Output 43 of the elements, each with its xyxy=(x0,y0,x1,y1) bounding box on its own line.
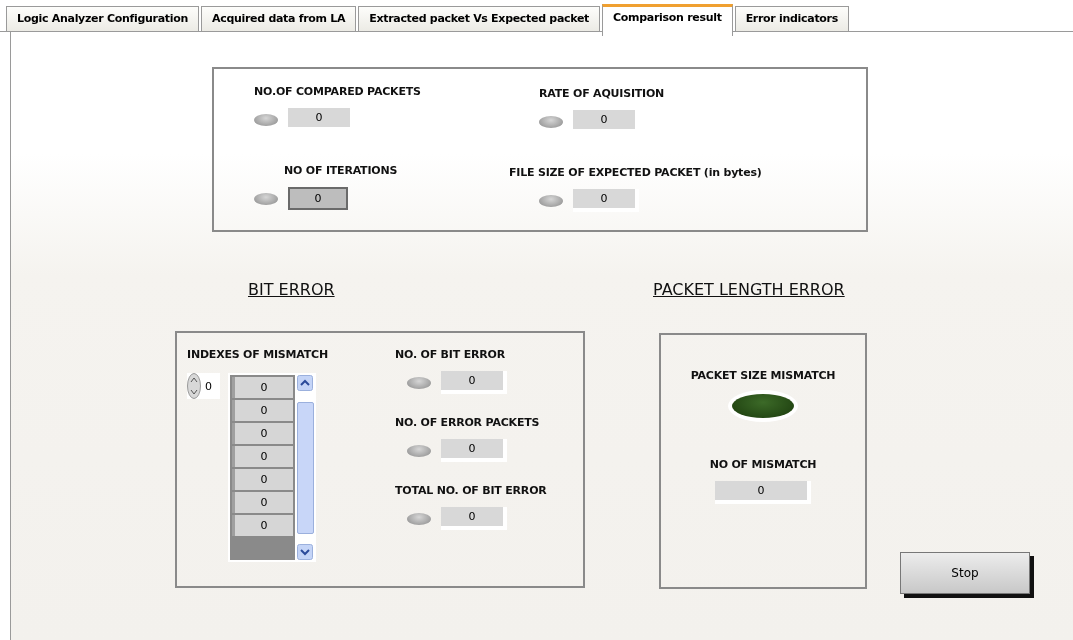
array-label: INDEXES OF MISMATCH xyxy=(187,348,329,361)
tab[interactable]: Logic Analyzer Configuration xyxy=(6,6,199,31)
scrollbar[interactable] xyxy=(297,375,314,560)
array-element: 0 xyxy=(232,469,293,490)
numeric-indicator: 0 xyxy=(288,187,348,210)
numeric-indicator: 0 xyxy=(573,189,639,212)
indicator-label: PACKET SIZE MISMATCH xyxy=(690,369,836,382)
section-heading: BIT ERROR xyxy=(248,280,336,299)
tab[interactable]: Acquired data from LA xyxy=(201,6,357,31)
tab[interactable]: Error indicators xyxy=(734,6,849,31)
scroll-up-icon[interactable] xyxy=(297,375,313,391)
tab[interactable]: Comparison result xyxy=(602,4,733,36)
tab[interactable]: Extracted packet Vs Expected packet xyxy=(358,6,601,31)
led-icon xyxy=(539,194,563,207)
led-icon xyxy=(407,376,431,389)
indicator-label: NO. OF BIT ERROR xyxy=(395,348,506,361)
index-field[interactable]: 0 xyxy=(187,373,220,399)
spinner-icon[interactable] xyxy=(187,373,201,399)
indicator-label: NO. OF ERROR PACKETS xyxy=(395,416,541,429)
section-heading: PACKET LENGTH ERROR xyxy=(653,280,846,299)
led-icon xyxy=(254,113,278,126)
array-element: 0 xyxy=(232,377,293,398)
array-element: 0 xyxy=(232,423,293,444)
led-icon xyxy=(407,512,431,525)
led-icon xyxy=(539,115,563,128)
numeric-indicator: 0 xyxy=(715,481,811,504)
indicator-label: NO.OF COMPARED PACKETS xyxy=(254,85,422,98)
led-icon xyxy=(254,192,278,205)
array-element: 0 xyxy=(232,515,293,536)
numeric-indicator: 0 xyxy=(441,439,507,462)
numeric-indicator: 0 xyxy=(441,371,507,394)
indicator-label: RATE OF AQUISITION xyxy=(539,87,666,100)
indicator-label: FILE SIZE OF EXPECTED PACKET (in bytes) xyxy=(509,166,763,179)
array-element: 0 xyxy=(232,492,293,513)
led-icon xyxy=(407,444,431,457)
indicator-label: NO OF ITERATIONS xyxy=(284,164,399,177)
indicator-label: NO OF MISMATCH xyxy=(709,458,817,471)
array-element: 0 xyxy=(232,400,293,421)
indicator-label: TOTAL NO. OF BIT ERROR xyxy=(395,484,547,497)
scroll-thumb[interactable] xyxy=(297,401,314,534)
scroll-down-icon[interactable] xyxy=(297,544,313,560)
numeric-indicator: 0 xyxy=(441,507,507,530)
array-element: 0 xyxy=(232,446,293,467)
